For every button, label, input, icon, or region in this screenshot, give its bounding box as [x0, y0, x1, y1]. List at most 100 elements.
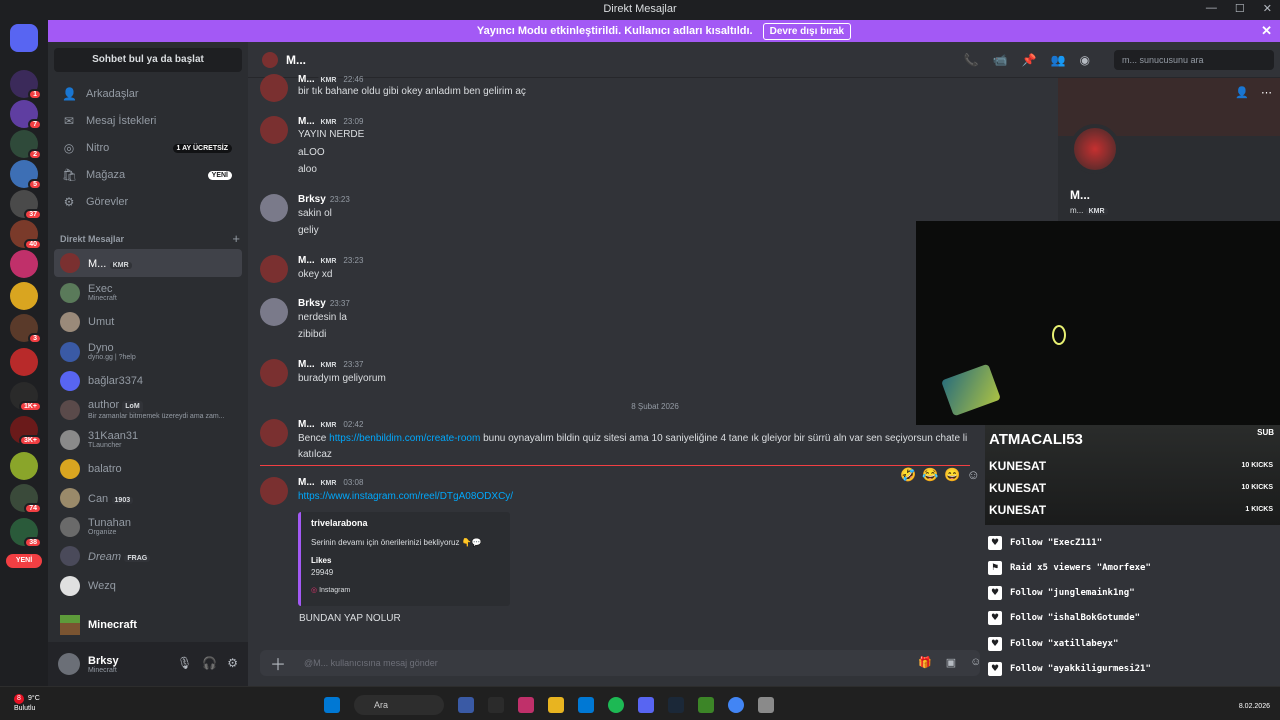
taskbar-search[interactable]: Ara	[354, 695, 444, 715]
microphone-icon[interactable]: 🎙	[177, 656, 192, 670]
game-activity[interactable]: Minecraft	[54, 612, 242, 638]
dm-item[interactable]: Umut	[54, 308, 242, 336]
user-profile-icon[interactable]: ◉	[1080, 53, 1090, 67]
avatar	[60, 342, 80, 362]
app-icon[interactable]	[458, 697, 474, 713]
chrome-icon[interactable]	[728, 697, 744, 713]
gift-icon[interactable]: 🎁	[918, 656, 932, 669]
dm-item[interactable]: Can 1903	[54, 484, 242, 512]
emoji-reaction-icon[interactable]: 🤣	[900, 467, 916, 483]
message-link[interactable]: https://benbildim.com/create-room	[329, 433, 480, 444]
avatar[interactable]	[58, 653, 80, 675]
nitro-icon: ◎	[63, 141, 75, 155]
close-icon[interactable]: ✕	[1261, 23, 1272, 39]
avatar[interactable]	[260, 74, 288, 102]
discord-icon[interactable]	[638, 697, 654, 713]
headset-icon[interactable]: 🎧	[202, 656, 217, 670]
more-icon[interactable]: ⋯	[1261, 86, 1272, 99]
minecraft-icon[interactable]	[698, 697, 714, 713]
settings-icon[interactable]	[758, 697, 774, 713]
chat-title: M...	[286, 52, 306, 67]
nav-message-requests[interactable]: ✉ Mesaj İstekleri	[54, 109, 242, 133]
avatar[interactable]	[260, 477, 288, 505]
maximize-icon[interactable]: ☐	[1235, 2, 1245, 15]
dm-item[interactable]: author LoM Bir zamanlar bitmemek üzereydi…	[54, 396, 242, 424]
message-input[interactable]: @M... kullanıcısına mesaj gönder	[304, 658, 438, 668]
close-window-icon[interactable]: ✕	[1263, 2, 1272, 15]
server-icon[interactable]	[10, 452, 38, 480]
emoji-reaction-icon[interactable]: 😂	[922, 467, 938, 483]
dm-item[interactable]: balatro	[54, 455, 242, 483]
dm-item[interactable]: bağlar3374	[54, 367, 242, 395]
windows-start-icon[interactable]	[324, 697, 340, 713]
weather-widget[interactable]: 8 9°C Bulutlu	[14, 694, 40, 714]
server-icon[interactable]: 2	[10, 130, 42, 160]
emoji-reaction-icon[interactable]: 😄	[944, 467, 960, 483]
minimize-icon[interactable]: —	[1206, 2, 1217, 15]
file-explorer-icon[interactable]	[548, 697, 564, 713]
dm-item[interactable]: Dream FRAG	[54, 542, 242, 570]
server-icon[interactable]: 5	[10, 160, 42, 190]
attach-plus-icon[interactable]: ＋	[270, 651, 286, 675]
dm-item[interactable]: Tunahan Organize	[54, 513, 242, 541]
discord-home-icon[interactable]	[10, 24, 38, 52]
edge-icon[interactable]	[578, 697, 594, 713]
message-link[interactable]: https://www.instagram.com/reel/DTgA08ODX…	[298, 491, 513, 502]
chat-search-input[interactable]: m... sunucusunu ara	[1114, 50, 1274, 70]
server-icon[interactable]: 74	[10, 484, 42, 514]
server-icon[interactable]: 1K+	[10, 382, 42, 412]
voice-call-icon[interactable]: 📞	[964, 53, 979, 67]
steam-icon[interactable]	[668, 697, 684, 713]
add-friends-icon[interactable]: 👥	[1051, 53, 1066, 67]
link-embed[interactable]: trivelarabona Serinin devamı için öneril…	[298, 512, 510, 606]
dm-item[interactable]: Dyno dyno.gg | ?help	[54, 338, 242, 366]
dm-item[interactable]: Wezq	[54, 572, 242, 600]
nav-shop[interactable]: 🛍 Mağaza YENİ	[54, 163, 242, 187]
server-icon[interactable]	[10, 250, 38, 278]
nav-quests[interactable]: ⚙ Görevler	[54, 190, 242, 214]
spotify-icon[interactable]	[608, 697, 624, 713]
message-text: aloo	[298, 164, 317, 175]
server-icon[interactable]: 7	[10, 100, 42, 130]
server-icon[interactable]: 3K+	[10, 416, 42, 446]
message-text: sakin ol	[298, 208, 332, 219]
avatar[interactable]	[260, 359, 288, 387]
find-conversation-button[interactable]: Sohbet bul ya da başlat	[54, 48, 242, 72]
avatar[interactable]	[260, 116, 288, 144]
server-icon[interactable]	[10, 348, 38, 376]
avatar	[60, 430, 80, 450]
message-composer[interactable]: ＋ @M... kullanıcısına mesaj gönder	[260, 650, 980, 676]
app-icon[interactable]	[488, 697, 504, 713]
add-friend-icon[interactable]: 👤	[1235, 86, 1249, 99]
dm-item[interactable]: M... KMR	[54, 249, 242, 277]
gif-icon[interactable]: ▣	[946, 656, 956, 669]
pin-icon[interactable]: 📌	[1022, 53, 1037, 67]
settings-gear-icon[interactable]: ⚙	[227, 656, 238, 670]
server-icon[interactable]: 37	[10, 190, 42, 220]
server-icon[interactable]: 1	[10, 70, 42, 100]
create-dm-plus-icon[interactable]: +	[232, 231, 240, 246]
dm-item[interactable]: 31Kaan31 TLauncher	[54, 426, 242, 454]
server-icon[interactable]	[10, 282, 38, 310]
dm-item[interactable]: Exec Minecraft	[54, 279, 242, 307]
app-icon[interactable]	[518, 697, 534, 713]
taskbar-clock[interactable]: 8.02.2026	[1239, 703, 1270, 710]
server-icon[interactable]: 3	[10, 314, 42, 344]
webcam-overlay	[916, 221, 1280, 425]
avatar[interactable]	[260, 255, 288, 283]
instagram-icon: ◎	[311, 587, 318, 594]
avatar	[60, 546, 80, 566]
nav-nitro[interactable]: ◎ Nitro 1 AY ÜCRETSİZ	[54, 136, 242, 160]
server-icon[interactable]: 38	[10, 518, 42, 548]
nav-friends[interactable]: 👤 Arkadaşlar	[54, 82, 242, 106]
video-call-icon[interactable]: 📹	[993, 53, 1008, 67]
server-icon[interactable]: 40	[10, 220, 42, 250]
avatar[interactable]	[260, 419, 288, 447]
avatar[interactable]	[260, 194, 288, 222]
leaderboard-row: KUNESAT 10 KICKS	[989, 481, 1273, 495]
avatar[interactable]	[260, 298, 288, 326]
disable-streamer-mode-button[interactable]: Devre dışı bırak	[762, 22, 852, 40]
add-reaction-icon[interactable]: ☺	[967, 467, 980, 483]
embed-author[interactable]: trivelarabona	[311, 518, 368, 528]
sticker-icon[interactable]: ☺	[970, 656, 981, 669]
